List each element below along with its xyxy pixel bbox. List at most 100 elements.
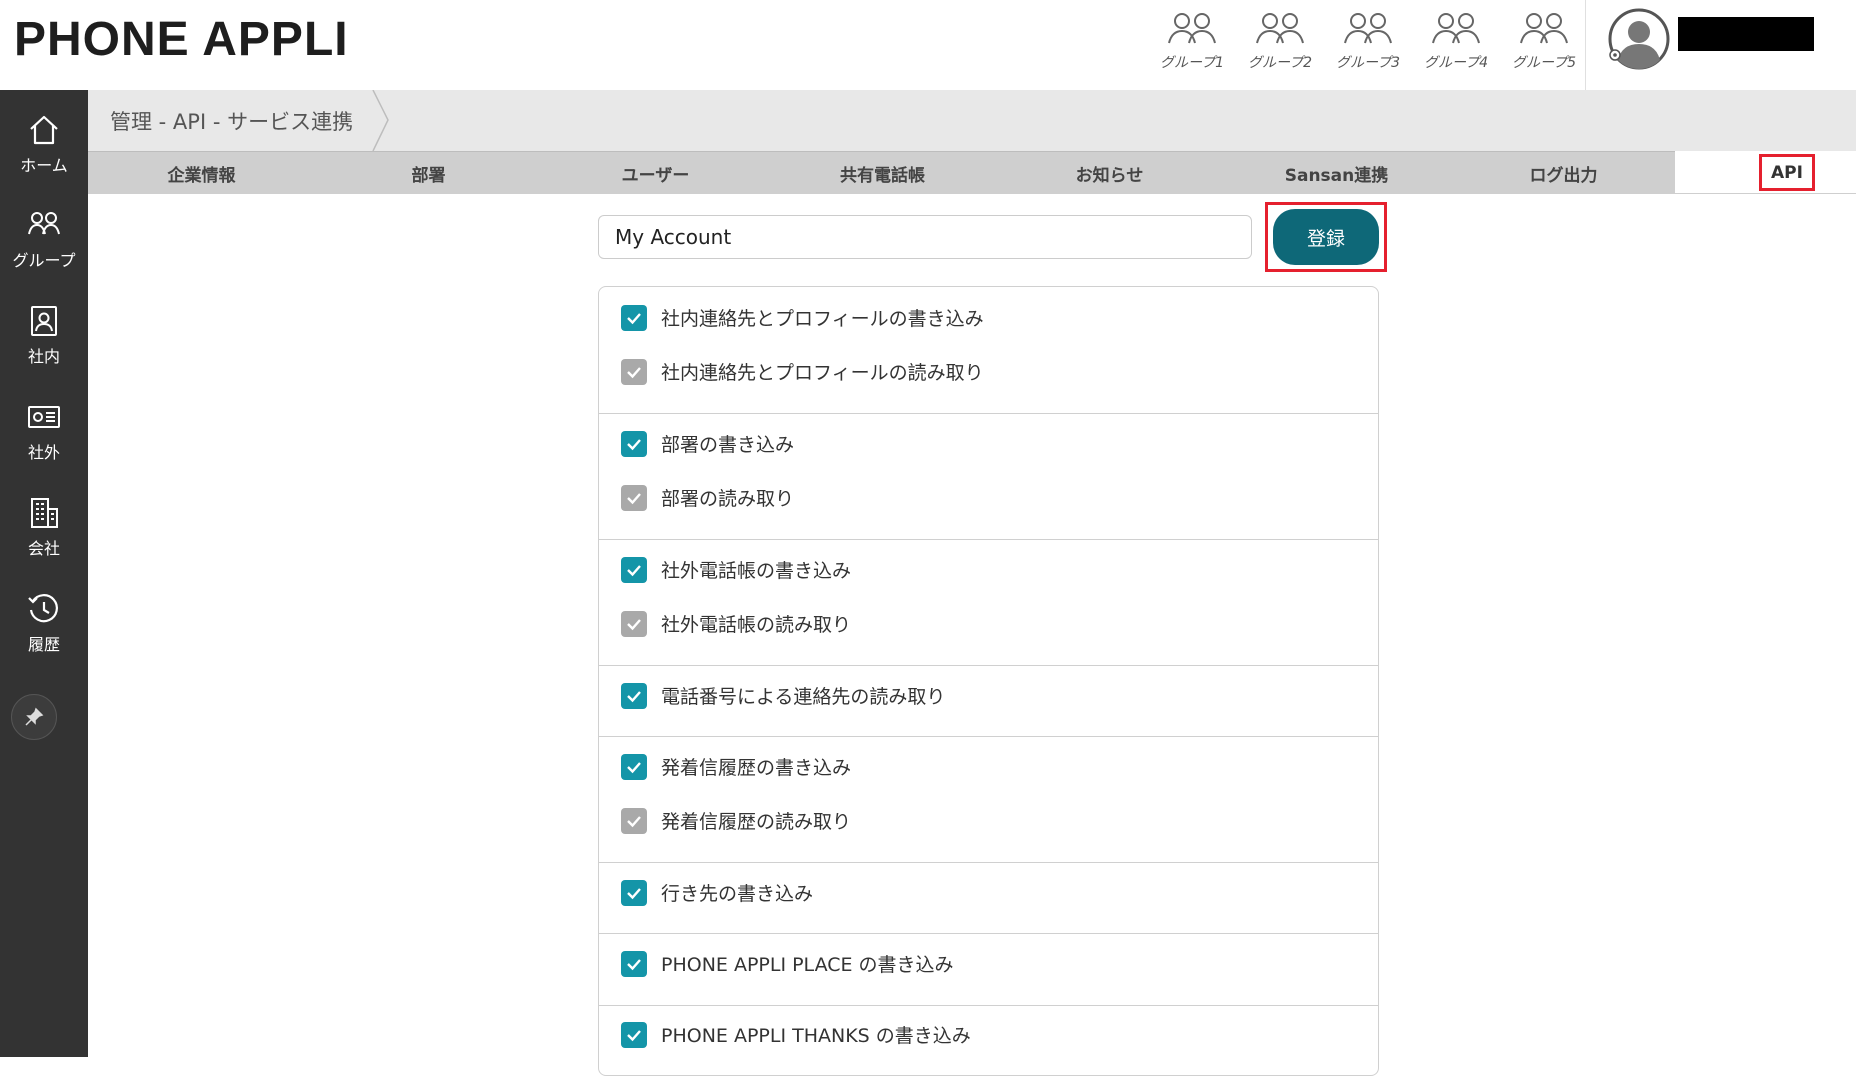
sidebar-item-label: 社外 <box>27 443 60 462</box>
settings-gear-icon <box>1609 49 1621 61</box>
group-shortcuts: グループ1 グループ2 グループ3 グループ4 グループ5 <box>1148 10 1588 72</box>
check-icon <box>627 564 641 576</box>
permission-label: 社内連絡先とプロフィールの書き込み <box>661 308 984 330</box>
permission-group: 社内連絡先とプロフィールの書き込み 社内連絡先とプロフィールの読み取り <box>599 287 1378 413</box>
permission-group: 社外電話帳の書き込み 社外電話帳の読み取り <box>599 539 1378 665</box>
permission-item[interactable]: 行き先の書き込み <box>621 879 813 906</box>
group-icon <box>1168 13 1216 44</box>
group-shortcut-1[interactable]: グループ1 <box>1148 10 1236 72</box>
tab-shared-phonebook[interactable]: 共有電話帳 <box>769 152 996 195</box>
permission-item[interactable]: 発着信履歴の読み取り <box>621 807 851 834</box>
tab-departments[interactable]: 部署 <box>315 152 542 195</box>
check-icon <box>627 438 641 450</box>
sidebar-item-label: 履歴 <box>27 635 60 654</box>
permission-label: 社内連絡先とプロフィールの読み取り <box>661 362 984 384</box>
group-icon <box>1344 13 1392 44</box>
permission-item[interactable]: 部署の読み取り <box>621 484 794 511</box>
group-label: グループ5 <box>1511 55 1577 71</box>
tab-api[interactable]: API <box>1759 154 1815 191</box>
checkbox-checked[interactable] <box>621 1021 647 1048</box>
permission-item[interactable]: 部署の書き込み <box>621 430 794 457</box>
top-header: PHONE APPLI グループ1 グループ2 グループ3 グループ4 グループ… <box>0 0 1856 90</box>
permission-item[interactable]: 電話番号による連絡先の読み取り <box>621 682 945 709</box>
check-icon <box>627 618 641 630</box>
permission-group: PHONE APPLI PLACE の書き込み <box>599 933 1378 1005</box>
sidebar-item-internal[interactable]: 社内 <box>0 303 88 367</box>
check-icon <box>627 312 641 324</box>
permission-label: 行き先の書き込み <box>661 883 814 905</box>
checkbox-checked-disabled[interactable] <box>621 807 647 834</box>
sidebar-item-group[interactable]: グループ <box>0 207 88 271</box>
group-icon <box>1256 13 1304 44</box>
group-label: グループ4 <box>1423 55 1489 71</box>
checkbox-checked-disabled[interactable] <box>621 358 647 385</box>
checkbox-checked[interactable] <box>621 304 647 331</box>
permission-label: 発着信履歴の書き込み <box>661 757 852 779</box>
sidebar-item-history[interactable]: 履歴 <box>0 591 88 655</box>
breadcrumb: 管理 - API - サービス連携 <box>110 110 354 134</box>
contact-book-icon <box>31 306 57 336</box>
permission-label: PHONE APPLI THANKS の書き込み <box>661 1025 971 1047</box>
group-shortcut-3[interactable]: グループ3 <box>1324 10 1412 72</box>
sidebar-item-company[interactable]: 会社 <box>0 495 88 559</box>
permission-group: 電話番号による連絡先の読み取り <box>599 665 1378 736</box>
tab-users[interactable]: ユーザー <box>542 152 769 195</box>
checkbox-checked[interactable] <box>621 682 647 709</box>
left-sidebar: ホーム グループ 社内 社外 会社 履歴 <box>0 90 88 1057</box>
checkbox-checked-disabled[interactable] <box>621 610 647 637</box>
checkbox-checked[interactable] <box>621 430 647 457</box>
app-logo[interactable]: PHONE APPLI <box>14 12 349 67</box>
check-icon <box>627 887 641 899</box>
group-label: グループ1 <box>1159 55 1225 71</box>
permission-item[interactable]: 社外電話帳の読み取り <box>621 610 851 637</box>
id-card-icon <box>28 406 60 428</box>
sidebar-item-external[interactable]: 社外 <box>0 399 88 463</box>
group-label: グループ2 <box>1247 55 1313 71</box>
sidebar-item-label: 会社 <box>27 539 60 558</box>
sidebar-item-label: グループ <box>12 251 76 270</box>
register-button[interactable]: 登録 <box>1273 209 1379 265</box>
permissions-list: 社内連絡先とプロフィールの書き込み 社内連絡先とプロフィールの読み取り 部署の書… <box>598 286 1379 1076</box>
building-icon <box>31 498 58 528</box>
permission-label: 電話番号による連絡先の読み取り <box>661 686 946 708</box>
group-shortcut-5[interactable]: グループ5 <box>1500 10 1588 72</box>
tab-log-output[interactable]: ログ出力 <box>1450 152 1677 195</box>
tab-company-info[interactable]: 企業情報 <box>88 152 315 195</box>
check-icon <box>627 492 641 504</box>
sidebar-item-home[interactable]: ホーム <box>0 112 88 176</box>
permission-group: 発着信履歴の書き込み 発着信履歴の読み取り <box>599 736 1378 862</box>
check-icon <box>627 815 641 827</box>
permission-item[interactable]: PHONE APPLI PLACE の書き込み <box>621 950 954 977</box>
permission-group: PHONE APPLI THANKS の書き込み <box>599 1005 1378 1075</box>
service-name-input[interactable] <box>598 215 1252 259</box>
group-shortcut-2[interactable]: グループ2 <box>1236 10 1324 72</box>
tabs-background: 企業情報 部署 ユーザー 共有電話帳 お知らせ Sansan連携 ログ出力 <box>88 151 1675 194</box>
tab-notices[interactable]: お知らせ <box>996 152 1223 195</box>
permission-label: 社外電話帳の書き込み <box>661 560 852 582</box>
permission-label: 部署の読み取り <box>661 488 795 510</box>
breadcrumb-bar: 管理 - API - サービス連携 <box>88 90 1856 151</box>
permission-item[interactable]: PHONE APPLI THANKS の書き込み <box>621 1021 971 1048</box>
group-shortcut-4[interactable]: グループ4 <box>1412 10 1500 72</box>
admin-tabs: 企業情報 部署 ユーザー 共有電話帳 お知らせ Sansan連携 ログ出力 AP… <box>88 151 1856 194</box>
group-label: グループ3 <box>1335 55 1401 71</box>
group-icon <box>28 212 60 235</box>
tab-sansan[interactable]: Sansan連携 <box>1223 152 1450 195</box>
checkbox-checked[interactable] <box>621 879 647 906</box>
sidebar-item-label: ホーム <box>20 156 68 175</box>
permission-item[interactable]: 社外電話帳の書き込み <box>621 556 851 583</box>
permission-item[interactable]: 社内連絡先とプロフィールの読み取り <box>621 358 984 385</box>
pin-button[interactable] <box>11 694 57 740</box>
checkbox-checked[interactable] <box>621 556 647 583</box>
permission-item[interactable]: 社内連絡先とプロフィールの書き込み <box>621 304 984 331</box>
user-name-redacted <box>1678 17 1814 51</box>
permission-item[interactable]: 発着信履歴の書き込み <box>621 753 851 780</box>
check-icon <box>627 958 641 970</box>
permission-label: PHONE APPLI PLACE の書き込み <box>661 954 954 976</box>
user-avatar[interactable] <box>1608 8 1670 70</box>
home-icon <box>30 115 58 145</box>
checkbox-checked[interactable] <box>621 753 647 780</box>
checkbox-checked[interactable] <box>621 950 647 977</box>
group-icon <box>1520 13 1568 44</box>
checkbox-checked-disabled[interactable] <box>621 484 647 511</box>
